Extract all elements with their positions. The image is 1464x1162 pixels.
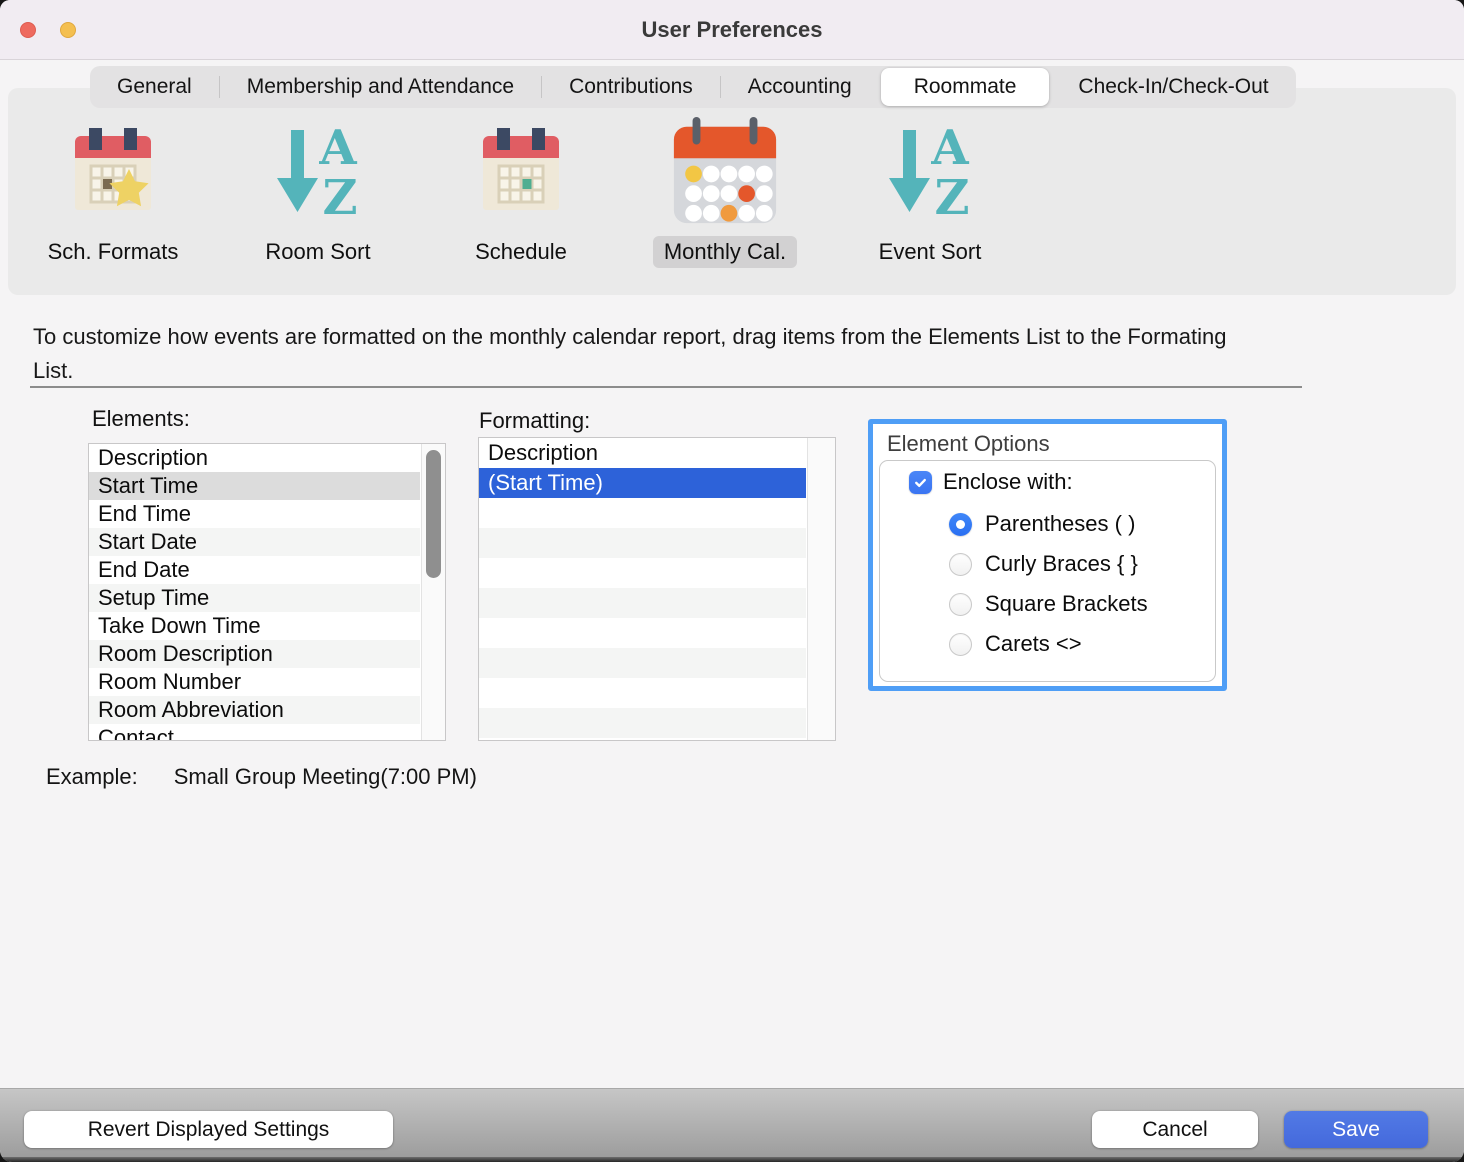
svg-text:A: A	[318, 124, 357, 176]
window-title: User Preferences	[0, 0, 1464, 60]
monthly-calendar-icon	[623, 112, 827, 232]
elements-list-item[interactable]: Description	[89, 444, 420, 472]
tab-accounting[interactable]: Accounting	[721, 66, 879, 108]
formatting-list-empty-row	[479, 558, 806, 588]
instructions-text: To customize how events are formatted on…	[33, 320, 1228, 388]
svg-text:Z: Z	[322, 170, 357, 220]
elements-list-scrollbar[interactable]	[421, 444, 445, 740]
formatting-list-item-selected[interactable]: (Start Time)	[479, 468, 806, 498]
elements-list-item[interactable]: Setup Time	[89, 584, 420, 612]
preferences-tab-bar: General Membership and Attendance Contri…	[90, 66, 1296, 108]
formatting-list-empty-row	[479, 588, 806, 618]
toolbar-item-schedule[interactable]: Schedule	[419, 112, 623, 268]
calendar-grid-icon	[419, 112, 623, 232]
example-row: Example: Small Group Meeting(7:00 PM)	[46, 764, 477, 790]
tab-check-in-check-out[interactable]: Check-In/Check-Out	[1051, 66, 1295, 108]
toolbar-item-label: Sch. Formats	[37, 236, 190, 268]
toolbar-item-monthly-cal[interactable]: Monthly Cal.	[623, 112, 827, 268]
roommate-toolbar-panel: Sch. Formats A Z Room Sort	[8, 88, 1456, 295]
example-value: Small Group Meeting(7:00 PM)	[174, 764, 477, 789]
radio-carets[interactable]	[949, 633, 972, 656]
elements-list-item[interactable]: Start Date	[89, 528, 420, 556]
element-options-title: Element Options	[887, 431, 1050, 457]
elements-list-item[interactable]: Take Down Time	[89, 612, 420, 640]
toolbar-item-label: Event Sort	[868, 236, 993, 268]
formatting-list-empty-row	[479, 648, 806, 678]
sort-az-arrow-icon: A Z	[828, 112, 1032, 232]
elements-list-item[interactable]: Room Description	[89, 640, 420, 668]
footer-bar: Revert Displayed Settings Cancel Save	[0, 1088, 1464, 1162]
tab-roommate[interactable]: Roommate	[881, 68, 1050, 106]
tab-membership-and-attendance[interactable]: Membership and Attendance	[220, 66, 541, 108]
tab-contributions[interactable]: Contributions	[542, 66, 720, 108]
formatting-list-empty-row	[479, 618, 806, 648]
svg-text:A: A	[930, 124, 969, 176]
user-preferences-window: User Preferences General Membership and …	[0, 0, 1464, 1162]
toolbar-item-label: Monthly Cal.	[653, 236, 797, 268]
example-label: Example:	[46, 764, 138, 789]
elements-list-item[interactable]: Contact	[89, 724, 420, 741]
close-window-button[interactable]	[20, 22, 36, 38]
toolbar-item-sch-formats[interactable]: Sch. Formats	[11, 112, 215, 268]
elements-list-item[interactable]: Room Number	[89, 668, 420, 696]
elements-list-item-selected[interactable]: Start Time	[89, 472, 420, 500]
cancel-button[interactable]: Cancel	[1092, 1111, 1258, 1148]
sort-az-arrow-icon: A Z	[216, 112, 420, 232]
enclose-with-checkbox-row[interactable]: Enclose with:	[909, 469, 1073, 495]
scrollbar-thumb[interactable]	[426, 450, 441, 578]
radio-square-brackets[interactable]	[949, 593, 972, 616]
formatting-list-label: Formatting:	[479, 408, 590, 434]
elements-list-item[interactable]: End Date	[89, 556, 420, 584]
save-button[interactable]: Save	[1284, 1111, 1428, 1148]
toolbar-item-label: Schedule	[464, 236, 578, 268]
elements-list-item[interactable]: Room Abbreviation	[89, 696, 420, 724]
radio-label: Curly Braces { }	[985, 551, 1138, 577]
radio-label: Parentheses ( )	[985, 511, 1135, 537]
elements-list-label: Elements:	[92, 406, 190, 432]
svg-text:Z: Z	[934, 170, 969, 220]
tab-general[interactable]: General	[90, 66, 219, 108]
formatting-list-empty-row	[479, 678, 806, 708]
radio-row-carets[interactable]: Carets <>	[949, 631, 1082, 657]
radio-row-parentheses[interactable]: Parentheses ( )	[949, 511, 1135, 537]
section-divider	[30, 386, 1302, 388]
toolbar-item-event-sort[interactable]: A Z Event Sort	[828, 112, 1032, 268]
elements-list: Description Start Time End Time Start Da…	[88, 443, 446, 741]
elements-list-item[interactable]: End Time	[89, 500, 420, 528]
enclose-with-label: Enclose with:	[943, 469, 1073, 495]
formatting-list-empty-row	[479, 528, 806, 558]
radio-parentheses-selected[interactable]	[949, 513, 972, 536]
radio-label: Square Brackets	[985, 591, 1148, 617]
enclose-with-checkbox-checked[interactable]	[909, 471, 932, 494]
revert-displayed-settings-button[interactable]: Revert Displayed Settings	[24, 1111, 393, 1148]
radio-row-curly-braces[interactable]: Curly Braces { }	[949, 551, 1138, 577]
formatting-list-empty-row	[479, 708, 806, 738]
radio-curly-braces[interactable]	[949, 553, 972, 576]
formatting-list-scrollbar[interactable]	[807, 438, 835, 740]
calendar-star-icon	[11, 112, 215, 232]
formatting-list: Description (Start Time)	[478, 437, 836, 741]
minimize-window-button[interactable]	[60, 22, 76, 38]
titlebar: User Preferences	[0, 0, 1464, 60]
formatting-list-empty-row	[479, 498, 806, 528]
toolbar-item-room-sort[interactable]: A Z Room Sort	[216, 112, 420, 268]
toolbar-item-label: Room Sort	[254, 236, 381, 268]
formatting-list-item[interactable]: Description	[479, 438, 806, 468]
radio-row-square-brackets[interactable]: Square Brackets	[949, 591, 1148, 617]
element-options-panel: Element Options Enclose with: Parenthese…	[868, 419, 1227, 691]
radio-label: Carets <>	[985, 631, 1082, 657]
checkmark-icon	[912, 474, 929, 491]
